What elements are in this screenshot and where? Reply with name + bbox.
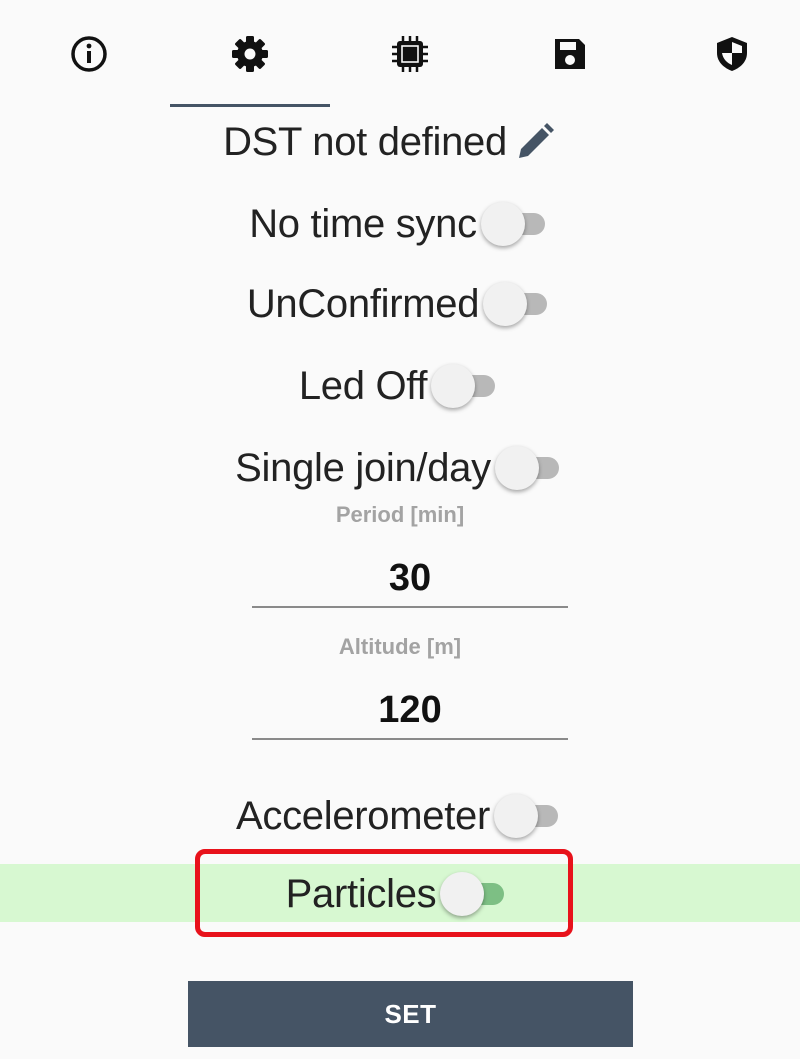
single-join-toggle[interactable] [494, 443, 561, 493]
tab-info[interactable] [9, 16, 169, 106]
accelerometer-row: Accelerometer [0, 788, 798, 844]
tab-security[interactable] [652, 16, 800, 106]
period-input[interactable] [252, 550, 568, 608]
accelerometer-label: Accelerometer [236, 793, 490, 838]
altitude-input[interactable] [252, 682, 568, 740]
single-join-label: Single join/day [235, 445, 491, 490]
active-tab-indicator [170, 104, 330, 107]
info-icon [71, 36, 107, 72]
toggle-thumb [493, 794, 538, 838]
tab-bar [0, 0, 800, 110]
tab-hardware[interactable] [330, 16, 490, 106]
chip-icon [392, 36, 428, 72]
tab-save[interactable] [490, 16, 650, 106]
toggle-thumb [431, 364, 476, 408]
led-off-label: Led Off [298, 363, 428, 408]
tab-settings[interactable] [170, 16, 330, 106]
pencil-icon[interactable] [513, 120, 557, 164]
no-time-sync-row: No time sync [0, 196, 798, 252]
accelerometer-toggle[interactable] [493, 791, 560, 841]
altitude-label: Altitude [m] [338, 634, 462, 659]
set-button[interactable]: SET [188, 981, 633, 1047]
toggle-thumb [494, 446, 539, 490]
led-off-toggle[interactable] [431, 361, 497, 411]
toggle-thumb [480, 202, 525, 246]
shield-icon [717, 37, 747, 71]
led-off-row: Led Off [0, 358, 798, 414]
unconfirmed-label: UnConfirmed [246, 281, 480, 326]
unconfirmed-toggle[interactable] [483, 279, 549, 329]
gear-icon [232, 36, 268, 72]
toggle-thumb [483, 282, 528, 326]
no-time-sync-toggle[interactable] [480, 199, 547, 249]
dst-label: DST not defined [223, 119, 507, 164]
dst-row: DST not defined [0, 114, 790, 170]
no-time-sync-label: No time sync [249, 201, 477, 246]
single-join-row: Single join/day [0, 440, 798, 496]
annotation-highlight-box [195, 849, 573, 937]
save-icon [555, 39, 585, 69]
period-label: Period [min] [335, 502, 465, 527]
unconfirmed-row: UnConfirmed [0, 276, 798, 332]
